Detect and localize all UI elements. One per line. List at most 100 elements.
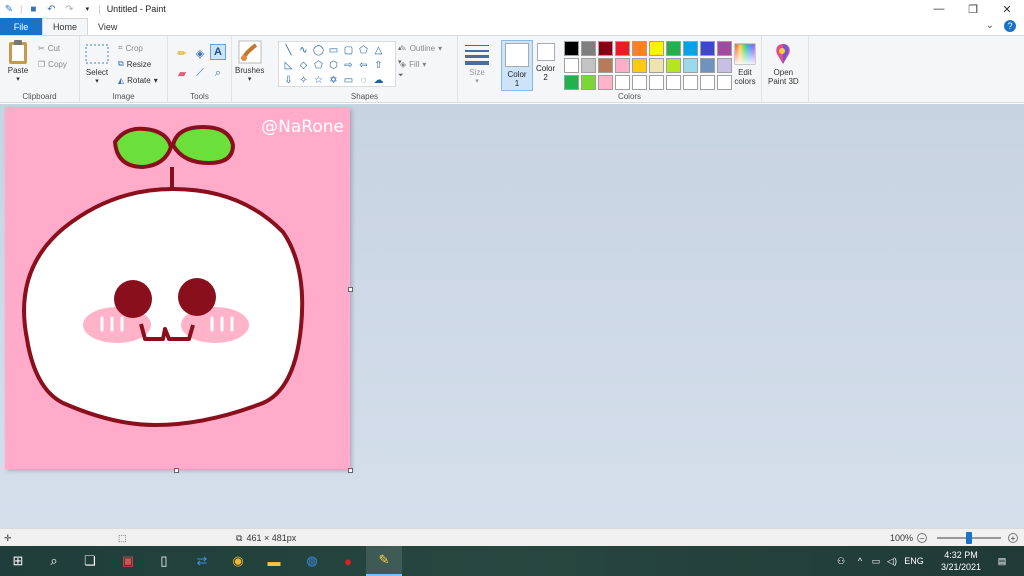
triangle-shape-icon[interactable]: △ (371, 43, 386, 58)
palette-color-swatch[interactable] (564, 75, 579, 90)
zoom-slider-thumb[interactable] (966, 532, 972, 544)
help-icon[interactable]: ? (1004, 20, 1016, 32)
oval-shape-icon[interactable]: ◯ (311, 43, 326, 58)
palette-color-swatch[interactable] (598, 41, 613, 56)
rectangle-shape-icon[interactable]: ▭ (326, 43, 341, 58)
collapse-ribbon-icon[interactable]: ⌄ (986, 20, 994, 32)
right-arrow-shape-icon[interactable]: ⇨ (341, 58, 356, 73)
resize-button[interactable]: ⧉ Resize (118, 58, 151, 70)
select-button[interactable]: Select ▾ (85, 42, 109, 85)
palette-color-swatch[interactable] (615, 75, 630, 90)
rotate-button[interactable]: ◭ Rotate ▾ (118, 74, 158, 86)
palette-color-swatch[interactable] (717, 58, 732, 73)
notifications-icon[interactable]: ▤ (990, 546, 1014, 576)
palette-color-swatch[interactable] (649, 75, 664, 90)
cloud-callout-shape-icon[interactable]: ☁ (371, 73, 386, 88)
undo-icon[interactable]: ↶ (44, 2, 58, 16)
app-icon-1[interactable]: ▣ (110, 546, 146, 576)
pentagon-shape-icon[interactable]: ⬠ (311, 58, 326, 73)
palette-color-swatch[interactable] (700, 75, 715, 90)
palette-color-swatch[interactable] (632, 75, 647, 90)
language-indicator[interactable]: ENG (900, 556, 928, 566)
oval-callout-shape-icon[interactable]: ◌ (356, 73, 371, 88)
fill-bucket-icon[interactable]: ◈ (192, 45, 208, 61)
people-icon[interactable]: ⚇ (830, 556, 852, 567)
redo-icon[interactable]: ↷ (62, 2, 76, 16)
volume-icon[interactable]: ◁) (884, 556, 900, 567)
palette-color-swatch[interactable] (717, 41, 732, 56)
right-triangle-shape-icon[interactable]: ◺ (281, 58, 296, 73)
resize-handle-corner[interactable] (348, 468, 353, 473)
task-view-icon[interactable]: ❏ (72, 546, 108, 576)
brushes-button[interactable]: Brushes ▾ (235, 40, 264, 83)
customize-dropdown-icon[interactable]: ▾ (80, 2, 94, 16)
four-point-star-shape-icon[interactable]: ✧ (296, 73, 311, 88)
line-shape-icon[interactable]: ╲ (281, 43, 296, 58)
network-icon[interactable]: ▭ (868, 556, 884, 567)
rounded-rectangle-shape-icon[interactable]: ▢ (341, 43, 356, 58)
palette-color-swatch[interactable] (581, 75, 596, 90)
copy-button[interactable]: ❐ Copy (38, 58, 67, 70)
fill-button[interactable]: ◈ Fill ▾ (400, 58, 426, 70)
palette-color-swatch[interactable] (700, 41, 715, 56)
palette-color-swatch[interactable] (581, 58, 596, 73)
curve-shape-icon[interactable]: ∿ (296, 43, 311, 58)
search-icon[interactable]: ⌕ (36, 546, 72, 576)
outline-button[interactable]: ✎ Outline ▾ (400, 42, 442, 54)
five-point-star-shape-icon[interactable]: ☆ (311, 73, 326, 88)
file-explorer-icon[interactable]: ▬ (256, 546, 292, 576)
chrome-icon[interactable]: ◉ (220, 546, 256, 576)
magnifier-icon[interactable]: ⌕ (210, 65, 226, 81)
left-arrow-shape-icon[interactable]: ⇦ (356, 58, 371, 73)
color2-button[interactable]: Color 2 (536, 43, 555, 82)
restore-icon[interactable]: ❐ (956, 0, 990, 18)
size-button[interactable]: Size ▾ (465, 42, 489, 85)
color1-button[interactable]: Color 1 (501, 40, 533, 91)
clock[interactable]: 4:32 PM 3/21/2021 (936, 546, 986, 576)
windows-start-icon[interactable]: ⊞ (0, 546, 36, 576)
palette-color-swatch[interactable] (598, 75, 613, 90)
hexagon-shape-icon[interactable]: ⬡ (326, 58, 341, 73)
palette-color-swatch[interactable] (581, 41, 596, 56)
notepad-icon[interactable]: ▯ (146, 546, 182, 576)
eraser-icon[interactable]: ▰ (174, 65, 190, 81)
palette-color-swatch[interactable] (717, 75, 732, 90)
diamond-shape-icon[interactable]: ◇ (296, 58, 311, 73)
up-arrow-shape-icon[interactable]: ⇧ (371, 58, 386, 73)
edit-colors-button[interactable]: Edit colors (733, 42, 757, 86)
palette-color-swatch[interactable] (564, 58, 579, 73)
palette-color-swatch[interactable] (564, 41, 579, 56)
paste-button[interactable]: Paste ▾ (6, 40, 30, 83)
zoom-out-icon[interactable]: − (917, 533, 928, 543)
resize-handle-bottom[interactable] (174, 468, 179, 473)
color-picker-icon[interactable]: ⟋ (192, 65, 208, 81)
close-icon[interactable]: ✕ (990, 0, 1024, 18)
tab-file[interactable]: File (0, 18, 42, 35)
crop-button[interactable]: ⌗ Crop (118, 42, 143, 54)
palette-color-swatch[interactable] (649, 41, 664, 56)
palette-color-swatch[interactable] (615, 58, 630, 73)
pencil-icon[interactable]: ✏ (174, 45, 190, 61)
save-icon[interactable]: ■ (26, 2, 40, 16)
red-app-icon[interactable]: ● (330, 546, 366, 576)
palette-color-swatch[interactable] (666, 41, 681, 56)
shapes-expand-icon[interactable]: ⏷ (398, 72, 404, 80)
palette-color-swatch[interactable] (700, 58, 715, 73)
select-dropdown-icon[interactable]: ▾ (95, 77, 99, 85)
minimize-icon[interactable]: — (922, 0, 956, 18)
tab-view[interactable]: View (88, 18, 127, 35)
palette-color-swatch[interactable] (666, 58, 681, 73)
palette-color-swatch[interactable] (666, 75, 681, 90)
tab-home[interactable]: Home (42, 18, 89, 35)
polygon-shape-icon[interactable]: ⬠ (356, 43, 371, 58)
show-hidden-icons-icon[interactable]: ^ (852, 556, 868, 566)
paint-taskbar-icon[interactable]: ✎ (366, 546, 402, 576)
zoom-in-icon[interactable]: + (1008, 533, 1018, 543)
palette-color-swatch[interactable] (649, 58, 664, 73)
rounded-callout-shape-icon[interactable]: ▭ (341, 73, 356, 88)
down-arrow-shape-icon[interactable]: ⇩ (281, 73, 296, 88)
six-point-star-shape-icon[interactable]: ✡ (326, 73, 341, 88)
palette-color-swatch[interactable] (683, 41, 698, 56)
zalo-icon[interactable]: ◍ (294, 546, 330, 576)
paste-dropdown-icon[interactable]: ▾ (16, 75, 20, 83)
